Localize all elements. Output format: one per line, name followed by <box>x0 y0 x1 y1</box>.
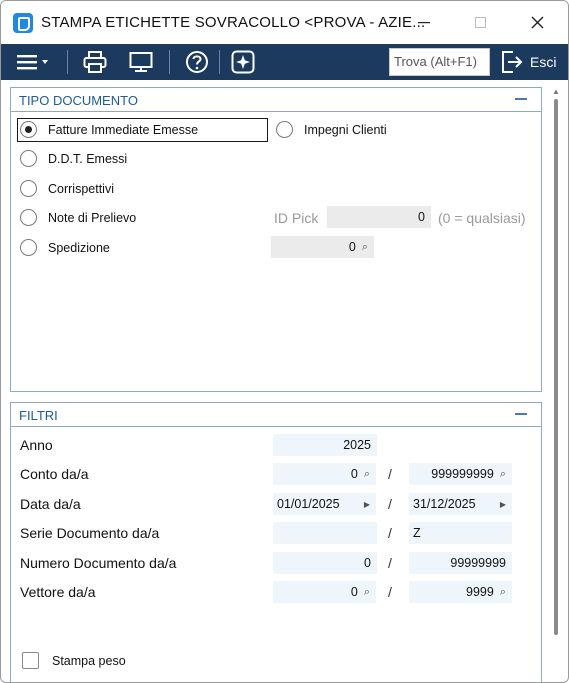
search-icon[interactable]: ⌕ <box>364 586 370 599</box>
sparkle-icon <box>231 50 255 74</box>
numero-from-field[interactable]: 0 <box>273 552 377 574</box>
vertical-scrollbar[interactable]: ▲ <box>552 87 560 677</box>
scroll-thumb[interactable] <box>554 99 558 635</box>
app-icon <box>13 13 33 33</box>
conto-label: Conto da/a <box>20 466 89 482</box>
toolbar-separator <box>169 50 170 74</box>
search-input[interactable]: Trova (Alt+F1) <box>389 48 490 76</box>
vettore-to-value: 9999 <box>466 585 494 599</box>
print-button[interactable] <box>77 44 113 80</box>
panel-title: TIPO DOCUMENTO <box>19 93 138 108</box>
numero-from-value: 0 <box>364 556 371 570</box>
vettore-label: Vettore da/a <box>20 584 96 600</box>
range-separator: / <box>388 496 392 512</box>
vettore-to-field[interactable]: 9999 ⌕ <box>409 581 512 603</box>
spedizione-field[interactable]: 0 ⌕ <box>271 236 374 258</box>
exit-button[interactable]: Esci <box>500 48 560 76</box>
data-to-value: 31/12/2025 <box>413 497 476 511</box>
serie-to-field[interactable]: Z <box>409 522 512 544</box>
help-icon <box>186 51 208 73</box>
stampa-peso-checkbox[interactable] <box>22 652 39 669</box>
panel-header: TIPO DOCUMENTO <box>11 88 541 112</box>
range-separator: / <box>388 466 392 482</box>
preview-button[interactable] <box>123 44 159 80</box>
filtri-panel: FILTRI Anno 2025 Conto da/a 0 ⌕ / 999999… <box>10 402 542 682</box>
conto-to-field[interactable]: 999999999 ⌕ <box>409 463 512 485</box>
numero-to-field[interactable]: 99999999 <box>409 552 512 574</box>
range-separator: / <box>388 555 392 571</box>
collapse-icon[interactable] <box>515 98 527 100</box>
maximize-icon <box>474 17 486 28</box>
printer-icon <box>83 51 107 73</box>
search-icon[interactable]: ⌕ <box>500 468 506 481</box>
stampa-peso-label: Stampa peso <box>52 654 126 668</box>
id-pick-value: 0 <box>418 210 425 224</box>
id-pick-field[interactable]: 0 <box>327 206 431 228</box>
panel-header: FILTRI <box>11 403 541 427</box>
search-icon[interactable]: ⌕ <box>364 468 370 481</box>
toolbar: Trova (Alt+F1) Esci <box>1 44 568 80</box>
exit-label: Esci <box>530 54 557 70</box>
collapse-icon[interactable] <box>515 413 527 415</box>
id-pick-label: ID Pick <box>274 210 319 226</box>
scroll-up-icon[interactable]: ▲ <box>552 87 560 96</box>
search-icon[interactable]: ⌕ <box>362 241 368 254</box>
app-window: STAMPA ETICHETTE SOVRACOLLO <PROVA - AZI… <box>0 0 569 683</box>
id-pick-hint: (0 = qualsiasi) <box>438 210 526 226</box>
radio-label: Fatture Immediate Emesse <box>48 123 199 137</box>
radio-label: Note di Prelievo <box>48 211 137 225</box>
hamburger-menu-icon <box>17 55 48 70</box>
exit-icon <box>502 51 523 73</box>
serie-from-field[interactable] <box>273 522 377 544</box>
radio-impegni-clienti[interactable] <box>276 121 293 138</box>
radio-fatture-immediate[interactable] <box>20 121 37 138</box>
conto-from-field[interactable]: 0 ⌕ <box>273 463 376 485</box>
radio-label: Corrispettivi <box>48 182 114 196</box>
minimize-button[interactable] <box>395 1 453 44</box>
anno-field[interactable]: 2025 <box>273 434 377 456</box>
panel-title: FILTRI <box>19 408 58 423</box>
radio-spedizione[interactable] <box>20 239 37 256</box>
radio-note-prelievo[interactable] <box>20 209 37 226</box>
title-bar: STAMPA ETICHETTE SOVRACOLLO <PROVA - AZI… <box>1 1 568 44</box>
range-separator: / <box>388 584 392 600</box>
window-title: STAMPA ETICHETTE SOVRACOLLO <PROVA - AZI… <box>41 14 426 31</box>
radio-label: Impegni Clienti <box>304 123 387 137</box>
search-icon[interactable]: ⌕ <box>500 586 506 599</box>
data-label: Data da/a <box>20 496 81 512</box>
data-from-field[interactable]: 01/01/2025 ▶ <box>273 493 376 515</box>
minimize-icon <box>418 21 430 23</box>
vettore-from-field[interactable]: 0 ⌕ <box>273 581 376 603</box>
tipo-documento-panel: TIPO DOCUMENTO Fatture Immediate Emesse … <box>10 87 542 392</box>
menu-button[interactable] <box>13 44 55 80</box>
serie-to-value: Z <box>413 526 421 540</box>
anno-label: Anno <box>20 437 53 453</box>
spedizione-value: 0 <box>348 240 356 254</box>
chevron-right-icon[interactable]: ▶ <box>364 500 370 509</box>
radio-label: D.D.T. Emessi <box>48 152 128 166</box>
help-button[interactable] <box>179 44 215 80</box>
toolbar-separator <box>67 50 68 74</box>
chevron-right-icon[interactable]: ▶ <box>500 500 506 509</box>
numero-to-value: 99999999 <box>450 556 506 570</box>
toolbar-separator <box>219 50 220 74</box>
serie-label: Serie Documento da/a <box>20 525 160 541</box>
numero-label: Numero Documento da/a <box>20 555 177 571</box>
close-icon <box>531 16 543 29</box>
radio-label: Spedizione <box>48 241 110 255</box>
data-from-value: 01/01/2025 <box>277 497 340 511</box>
maximize-button[interactable] <box>451 1 509 44</box>
ai-assistant-button[interactable] <box>225 44 261 80</box>
radio-corrispettivi[interactable] <box>20 180 37 197</box>
conto-from-value: 0 <box>350 467 358 481</box>
range-separator: / <box>388 525 392 541</box>
data-to-field[interactable]: 31/12/2025 ▶ <box>409 493 512 515</box>
conto-to-value: 999999999 <box>431 467 494 481</box>
vettore-from-value: 0 <box>350 585 358 599</box>
anno-value: 2025 <box>343 438 371 452</box>
monitor-icon <box>129 52 153 72</box>
close-button[interactable] <box>508 1 566 44</box>
radio-ddt-emessi[interactable] <box>20 150 37 167</box>
